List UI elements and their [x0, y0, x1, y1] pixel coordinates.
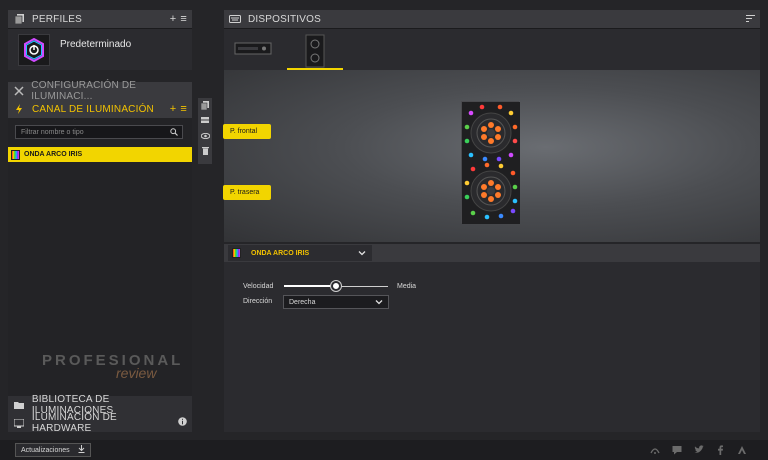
- zone-rear-panel-button[interactable]: P. trasera: [223, 185, 271, 200]
- facebook-icon[interactable]: [715, 445, 725, 455]
- device-thumbnail-case[interactable]: [287, 33, 343, 69]
- chat-icon[interactable]: [672, 445, 682, 455]
- plus-icon[interactable]: +: [170, 13, 177, 25]
- profile-item[interactable]: Predeterminado: [8, 28, 192, 70]
- effect-type-label: ONDA ARCO IRIS: [251, 249, 310, 257]
- lighting-setup-header[interactable]: CONFIGURACIÓN DE ILUMINACI...: [8, 80, 192, 102]
- devices-title: DISPOSITIVOS: [248, 13, 321, 25]
- eye-icon[interactable]: [200, 131, 210, 143]
- direction-label: Dirección: [243, 298, 273, 305]
- chevron-down-icon: [375, 298, 383, 306]
- copy-icon[interactable]: [200, 101, 210, 113]
- add-effect-icon[interactable]: +: [170, 103, 177, 115]
- watermark-text: PROFESIONAL: [42, 352, 184, 369]
- effect-item-label: ONDA ARCO IRIS: [24, 151, 83, 158]
- lighting-setup-label: CONFIGURACIÓN DE ILUMINACI...: [31, 80, 137, 102]
- watermark-review: review: [116, 365, 157, 381]
- zone-front-panel-button[interactable]: P. frontal: [223, 124, 271, 139]
- corsair-logo-icon[interactable]: [737, 445, 747, 455]
- direction-value: Derecha: [289, 298, 316, 306]
- channel-menu-icon[interactable]: ≡: [180, 103, 187, 115]
- rainbow-wave-icon: [11, 149, 20, 160]
- lightning-icon: [12, 102, 26, 116]
- profiles-title: PERFILES: [32, 13, 82, 25]
- effect-settings-panel: [224, 262, 760, 432]
- community-icon[interactable]: [650, 445, 660, 455]
- devices-header: DISPOSITIVOS: [224, 10, 760, 28]
- keyboard-icon: [228, 12, 242, 26]
- updates-button[interactable]: Actualizaciones: [15, 443, 91, 457]
- direction-dropdown[interactable]: Derecha: [283, 295, 389, 309]
- twitter-icon[interactable]: [694, 445, 704, 455]
- profiles-icon: [12, 12, 26, 26]
- speed-label: Velocidad: [243, 283, 274, 290]
- sort-icon[interactable]: [746, 13, 755, 25]
- folder-icon: [12, 398, 26, 412]
- info-icon[interactable]: [178, 417, 187, 429]
- effect-type-dropdown[interactable]: ONDA ARCO IRIS: [228, 245, 372, 261]
- download-icon: [78, 445, 85, 455]
- lighting-channel-header[interactable]: CANAL DE ILUMINACIÓN + ≡: [8, 100, 192, 118]
- speed-value-label: Media: [397, 283, 417, 290]
- effect-list-item[interactable]: ONDA ARCO IRIS: [8, 147, 192, 162]
- updates-label: Actualizaciones: [21, 446, 70, 454]
- layers-icon[interactable]: [201, 116, 210, 128]
- profile-name: Predeterminado: [60, 39, 132, 50]
- filter-placeholder: Filtrar nombre o tipo: [21, 128, 84, 136]
- trash-icon[interactable]: [201, 146, 210, 158]
- rainbow-wave-icon: [232, 248, 241, 258]
- hardware-lighting-header[interactable]: ILUMINACIÓN DE HARDWARE: [8, 412, 192, 434]
- tools-icon: [12, 84, 25, 98]
- lighting-channel-label: CANAL DE ILUMINACIÓN: [32, 103, 154, 115]
- menu-icon[interactable]: ≡: [180, 13, 187, 25]
- effect-tool-strip: [198, 98, 212, 164]
- device-thumbnail-controller[interactable]: [234, 39, 272, 59]
- hardware-icon: [12, 416, 26, 430]
- chevron-down-icon: [358, 249, 366, 257]
- profiles-header: PERFILES + ≡: [8, 10, 192, 28]
- speed-slider-thumb[interactable]: [331, 281, 341, 291]
- search-icon[interactable]: [170, 128, 178, 136]
- filter-input[interactable]: Filtrar nombre o tipo: [15, 125, 183, 139]
- icue-logo-icon: [18, 34, 50, 66]
- hardware-lighting-label: ILUMINACIÓN DE HARDWARE: [31, 412, 117, 434]
- case-preview[interactable]: [461, 101, 520, 224]
- speed-slider-fill: [284, 285, 336, 287]
